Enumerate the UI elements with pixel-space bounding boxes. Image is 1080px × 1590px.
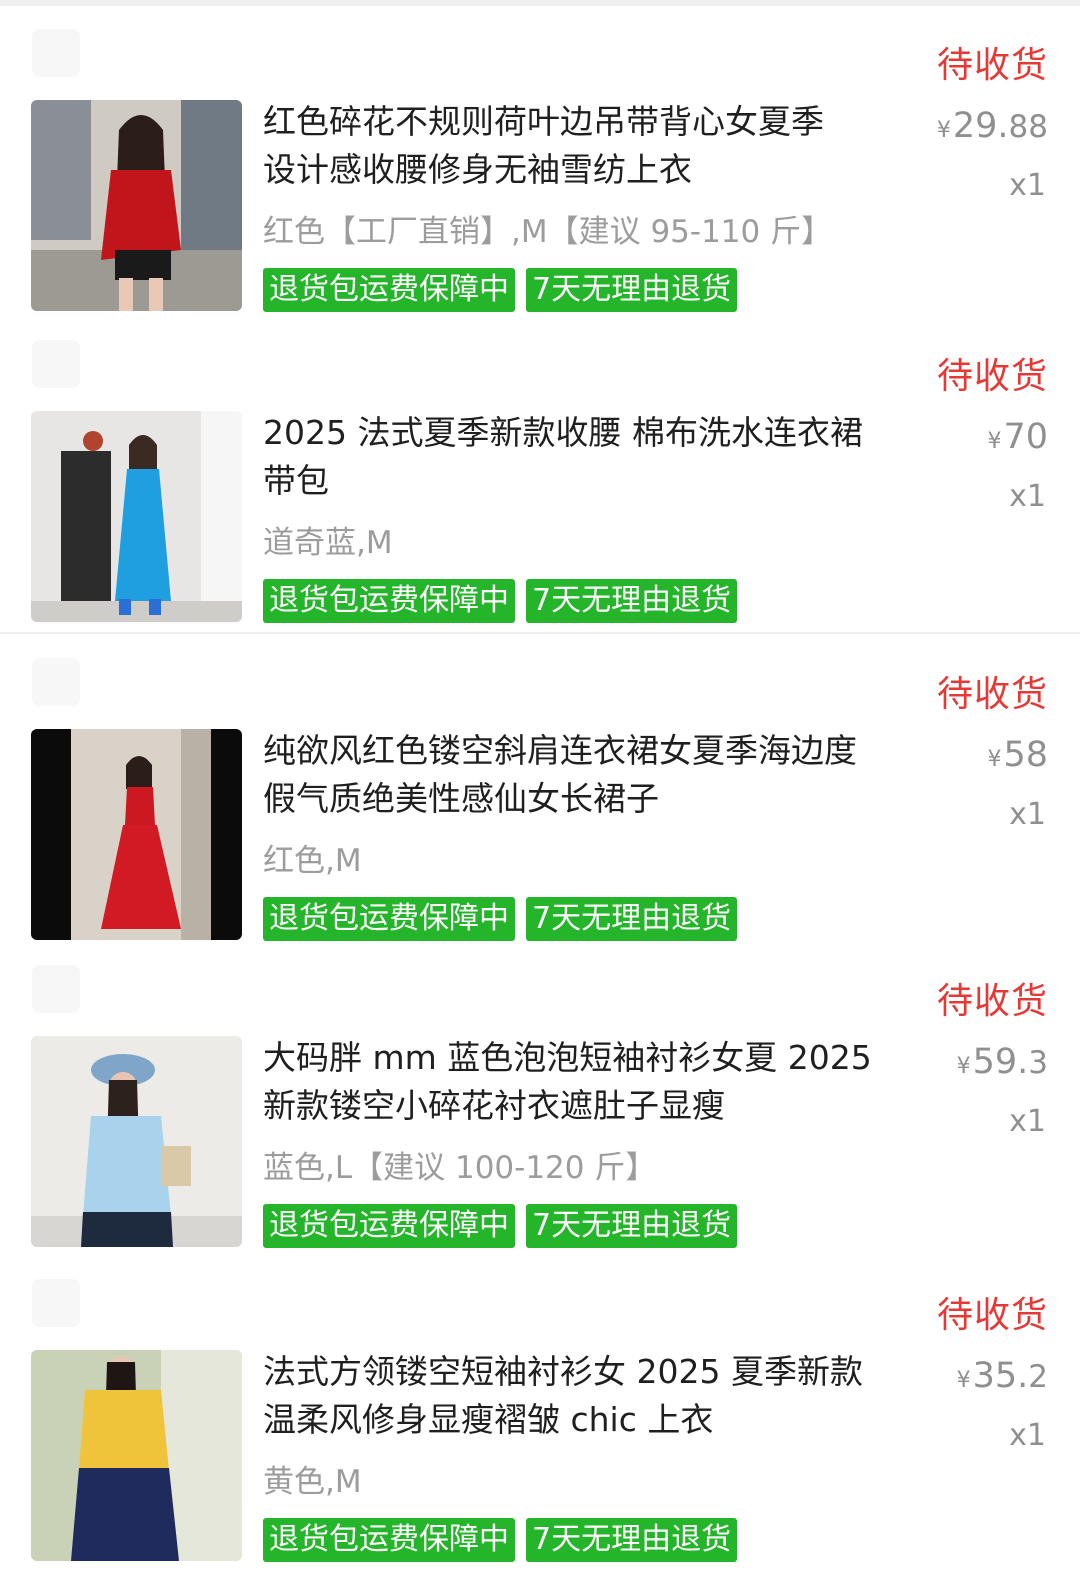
product-thumbnail[interactable]	[31, 1036, 242, 1247]
seven-day-return-tag: 7天无理由退货	[526, 897, 738, 941]
product-thumbnail[interactable]	[31, 729, 242, 940]
product-spec: 红色,M	[263, 843, 362, 879]
order-status: 待收货	[936, 356, 1048, 397]
price-integer: 59.	[972, 1042, 1029, 1082]
product-price: ¥70	[987, 417, 1048, 457]
shop-logo-icon	[32, 658, 80, 706]
product-title[interactable]: 纯欲风红色镂空斜肩连衣裙女夏季海边度 假气质绝美性感仙女长裙子	[263, 727, 913, 823]
currency-symbol: ¥	[956, 1054, 971, 1079]
order-card[interactable]: 待收货 法式方领镂空短袖衬衫女 2025 夏季新款 温柔风修身显瘦褶皱 chic…	[0, 1256, 1080, 1568]
service-tags: 退货包运费保障中 7天无理由退货	[263, 268, 738, 312]
blue-shirt-photo	[31, 1036, 242, 1247]
seven-day-return-tag: 7天无理由退货	[526, 268, 738, 312]
product-price: ¥59.3	[957, 1042, 1048, 1082]
return-shipping-tag: 退货包运费保障中	[263, 1518, 515, 1562]
order-list-page: 待收货 红色碎花不规则荷叶边吊带背心女夏季 设计感收腰修身无袖雪纺上衣 红色【工…	[0, 0, 1080, 1590]
product-thumbnail[interactable]	[31, 411, 242, 622]
currency-symbol: ¥	[987, 429, 1002, 454]
product-quantity: x1	[1009, 168, 1046, 203]
product-quantity: x1	[1009, 479, 1046, 514]
shop-header[interactable]	[32, 962, 412, 1016]
product-quantity: x1	[1009, 797, 1046, 832]
service-tags: 退货包运费保障中 7天无理由退货	[263, 897, 738, 941]
order-card[interactable]: 待收货 纯欲风红色镂空斜肩连衣裙女夏季海边度 假气质绝美性感仙女长裙子 红色,M…	[0, 635, 1080, 947]
price-integer: 70	[1003, 417, 1048, 457]
order-card[interactable]: 待收货 大码胖 mm 蓝色泡泡短袖衬衫女夏 2025 新款镂空小碎花衬衣遮肚子显…	[0, 942, 1080, 1254]
shop-logo-icon	[32, 965, 80, 1013]
return-shipping-tag: 退货包运费保障中	[263, 579, 515, 623]
product-thumbnail[interactable]	[31, 100, 242, 311]
product-price: ¥35.2	[957, 1356, 1048, 1396]
shop-header[interactable]	[32, 337, 412, 391]
product-spec: 黄色,M	[263, 1464, 362, 1500]
price-integer: 35.	[972, 1356, 1029, 1396]
order-status: 待收货	[936, 45, 1048, 86]
product-quantity: x1	[1009, 1418, 1046, 1453]
order-status: 待收货	[936, 674, 1048, 715]
product-quantity: x1	[1009, 1104, 1046, 1139]
blue-dress-photo	[31, 411, 242, 622]
yellow-top-photo	[31, 1350, 242, 1561]
product-title[interactable]: 2025 法式夏季新款收腰 棉布洗水连衣裙 带包	[263, 409, 913, 505]
currency-symbol: ¥	[987, 747, 1002, 772]
service-tags: 退货包运费保障中 7天无理由退货	[263, 1518, 738, 1562]
shop-logo-icon	[32, 29, 80, 77]
return-shipping-tag: 退货包运费保障中	[263, 897, 515, 941]
price-decimal: 3	[1028, 1045, 1048, 1081]
red-long-dress-photo	[31, 729, 242, 940]
price-decimal: 88	[1008, 109, 1048, 145]
order-status: 待收货	[936, 981, 1048, 1022]
price-integer: 29.	[952, 106, 1009, 146]
product-price: ¥29.88	[937, 106, 1048, 146]
product-title[interactable]: 法式方领镂空短袖衬衫女 2025 夏季新款 温柔风修身显瘦褶皱 chic 上衣	[263, 1348, 913, 1444]
order-status: 待收货	[936, 1295, 1048, 1336]
service-tags: 退货包运费保障中 7天无理由退货	[263, 1204, 738, 1248]
product-price: ¥58	[987, 735, 1048, 775]
product-spec: 红色【工厂直销】,M【建议 95-110 斤】	[263, 214, 833, 250]
currency-symbol: ¥	[956, 1368, 971, 1393]
order-card[interactable]: 待收货 2025 法式夏季新款收腰 棉布洗水连衣裙 带包 道奇蓝,M 退货包运费…	[0, 317, 1080, 629]
product-spec: 蓝色,L【建议 100-120 斤】	[263, 1150, 657, 1186]
seven-day-return-tag: 7天无理由退货	[526, 1204, 738, 1248]
seven-day-return-tag: 7天无理由退货	[526, 579, 738, 623]
return-shipping-tag: 退货包运费保障中	[263, 1204, 515, 1248]
section-divider	[0, 632, 1080, 634]
product-thumbnail[interactable]	[31, 1350, 242, 1561]
red-floral-top-photo	[31, 100, 242, 311]
shop-header[interactable]	[32, 1276, 412, 1330]
service-tags: 退货包运费保障中 7天无理由退货	[263, 579, 738, 623]
price-integer: 58	[1003, 735, 1048, 775]
seven-day-return-tag: 7天无理由退货	[526, 1518, 738, 1562]
shop-logo-icon	[32, 340, 80, 388]
return-shipping-tag: 退货包运费保障中	[263, 268, 515, 312]
currency-symbol: ¥	[936, 118, 951, 143]
shop-header[interactable]	[32, 26, 412, 80]
product-title[interactable]: 红色碎花不规则荷叶边吊带背心女夏季 设计感收腰修身无袖雪纺上衣	[263, 98, 913, 194]
product-spec: 道奇蓝,M	[263, 525, 393, 561]
shop-logo-icon	[32, 1279, 80, 1327]
product-title[interactable]: 大码胖 mm 蓝色泡泡短袖衬衫女夏 2025 新款镂空小碎花衬衣遮肚子显瘦	[263, 1034, 913, 1130]
shop-header[interactable]	[32, 655, 412, 709]
order-card[interactable]: 待收货 红色碎花不规则荷叶边吊带背心女夏季 设计感收腰修身无袖雪纺上衣 红色【工…	[0, 6, 1080, 318]
price-decimal: 2	[1028, 1359, 1048, 1395]
